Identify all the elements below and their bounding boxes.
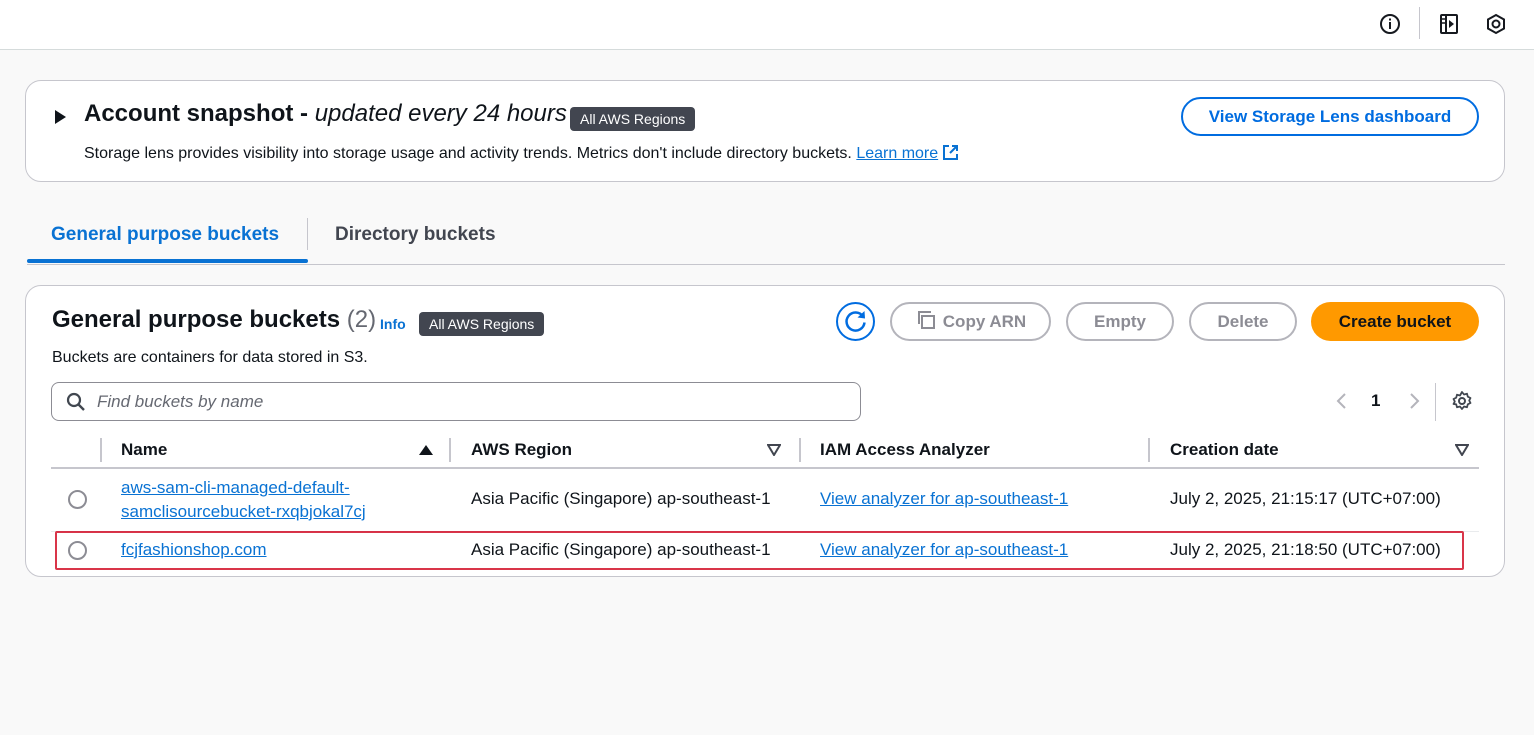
side-panel-icon[interactable] — [1437, 12, 1461, 36]
copy-arn-button[interactable]: Copy ARN — [890, 302, 1051, 341]
bucket-name-link[interactable]: aws-sam-cli-managed-default- — [121, 476, 366, 500]
view-storage-lens-button[interactable]: View Storage Lens dashboard — [1181, 97, 1479, 136]
info-icon[interactable] — [1378, 12, 1402, 36]
empty-button[interactable]: Empty — [1066, 302, 1174, 341]
bucket-region: Asia Pacific (Singapore) ap-southeast-1 — [471, 489, 771, 508]
hexagon-icon[interactable] — [1484, 12, 1508, 36]
account-snapshot-panel: Account snapshot - updated every 24 hour… — [25, 80, 1505, 182]
column-header-region[interactable]: AWS Region — [471, 440, 572, 460]
refresh-icon — [845, 311, 866, 332]
column-header-creation-date[interactable]: Creation date — [1170, 440, 1279, 460]
column-divider — [1148, 438, 1150, 462]
snapshot-description-text: Storage lens provides visibility into st… — [84, 145, 852, 162]
sort-descending-icon[interactable] — [1454, 443, 1470, 457]
copy-arn-label: Copy ARN — [942, 312, 1027, 331]
previous-page-icon[interactable] — [1332, 390, 1352, 412]
tab-general-purpose-buckets[interactable]: General purpose buckets — [51, 224, 279, 246]
learn-more-link[interactable]: Learn more — [856, 145, 938, 162]
buckets-description: Buckets are containers for data stored i… — [52, 349, 368, 366]
sort-ascending-icon[interactable] — [419, 445, 433, 455]
expand-caret-icon[interactable] — [55, 110, 66, 124]
page-number[interactable]: 1 — [1371, 391, 1380, 411]
column-header-name[interactable]: Name — [121, 440, 167, 460]
table-row: aws-sam-cli-managed-default- samclisourc… — [121, 476, 366, 524]
tab-divider — [307, 218, 308, 250]
snapshot-title-bold: Account snapshot - — [84, 100, 309, 127]
copy-icon — [915, 307, 937, 329]
search-field[interactable] — [51, 382, 861, 421]
bucket-name-link-continued[interactable]: samclisourcebucket-rxqbjokal7cj — [121, 500, 366, 524]
row-select-radio[interactable] — [68, 490, 87, 509]
active-tab-indicator — [27, 259, 308, 263]
pager-divider — [1435, 383, 1436, 421]
sort-descending-icon[interactable] — [766, 443, 782, 457]
bucket-creation-date: July 2, 2025, 21:15:17 (UTC+07:00) — [1170, 489, 1441, 508]
column-divider — [449, 438, 451, 462]
buckets-heading: General purpose buckets (2) — [52, 306, 376, 334]
snapshot-title: Account snapshot - updated every 24 hour… — [84, 100, 567, 128]
highlight-box — [55, 531, 1464, 570]
top-bar-divider — [1419, 7, 1420, 39]
create-bucket-button[interactable]: Create bucket — [1311, 302, 1479, 341]
buckets-count: (2) — [346, 306, 377, 333]
table-header-border — [51, 467, 1479, 469]
column-header-analyzer[interactable]: IAM Access Analyzer — [820, 440, 990, 460]
refresh-button[interactable] — [836, 302, 875, 341]
external-link-icon — [942, 144, 959, 161]
snapshot-title-italic: updated every 24 hours — [314, 100, 567, 127]
gear-icon[interactable] — [1451, 390, 1473, 412]
next-page-icon[interactable] — [1404, 390, 1424, 412]
search-icon — [66, 392, 86, 412]
view-analyzer-link[interactable]: View analyzer for ap-southeast-1 — [820, 487, 1068, 511]
buckets-regions-badge: All AWS Regions — [419, 312, 545, 336]
tabs-baseline — [27, 264, 1505, 265]
delete-button[interactable]: Delete — [1189, 302, 1297, 341]
top-bar — [0, 0, 1534, 50]
info-link[interactable]: Info — [380, 316, 406, 332]
snapshot-description: Storage lens provides visibility into st… — [84, 144, 959, 163]
search-input[interactable] — [97, 391, 837, 413]
column-divider — [100, 438, 102, 462]
tab-directory-buckets[interactable]: Directory buckets — [335, 224, 496, 246]
regions-badge: All AWS Regions — [570, 107, 696, 131]
column-divider — [799, 438, 801, 462]
buckets-heading-title: General purpose buckets — [52, 306, 341, 333]
